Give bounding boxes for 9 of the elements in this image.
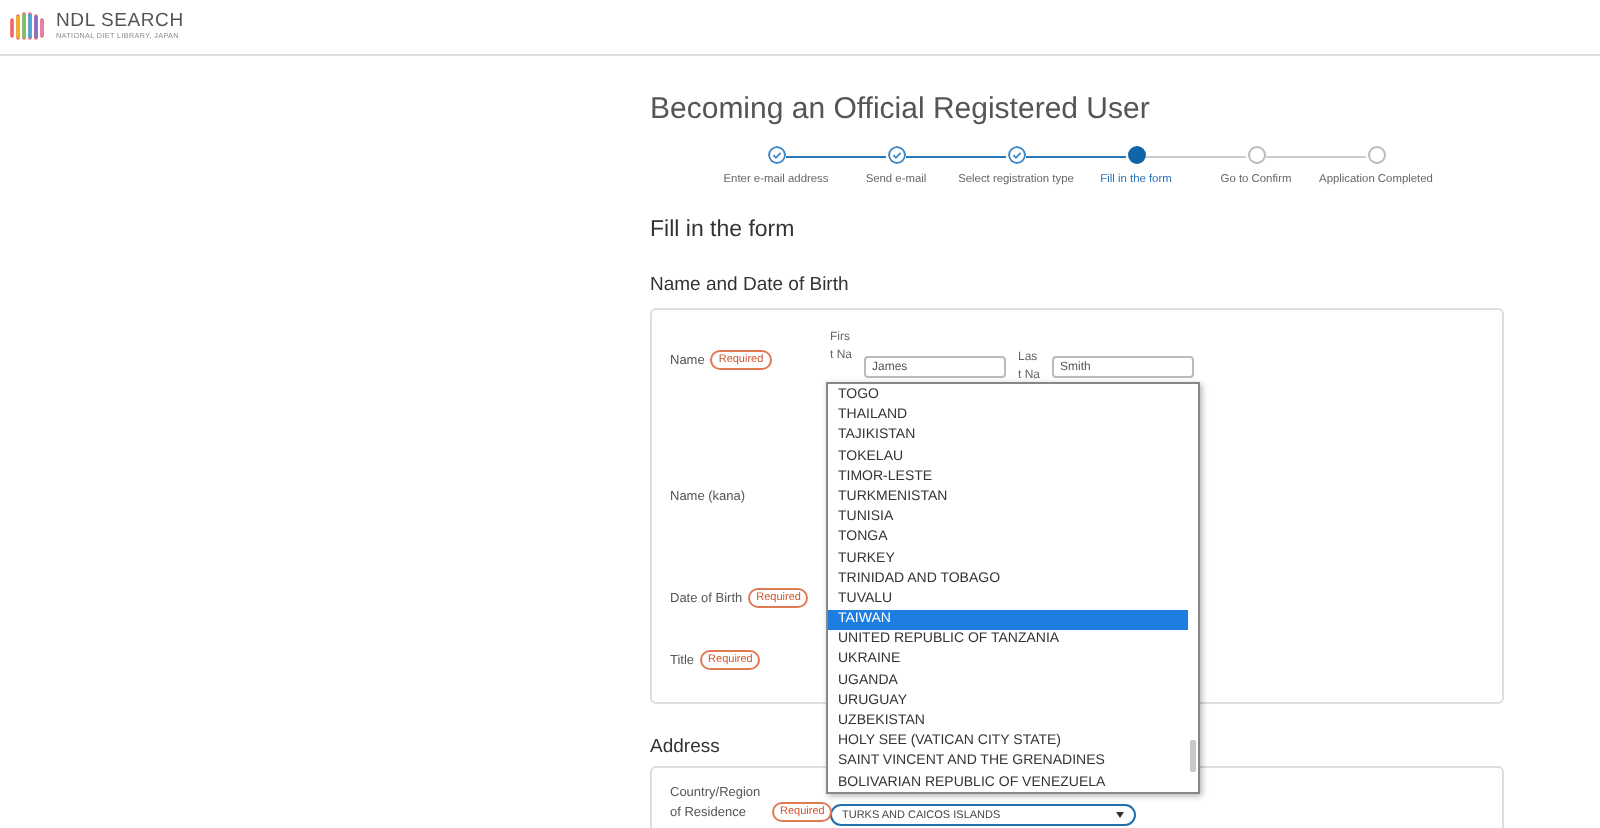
country-dropdown-menu[interactable]	[826, 382, 1200, 794]
logo-icon	[8, 9, 48, 45]
section-heading: Name and Date of Birth	[650, 274, 849, 296]
section-heading: Address	[650, 736, 720, 758]
logo-title: NDL SEARCH	[56, 12, 184, 32]
form-heading: Fill in the form	[650, 218, 797, 242]
page-title: Becoming an Official Registered User	[650, 92, 1152, 126]
caret-icon	[1116, 812, 1124, 818]
scrollbar-thumb[interactable]	[1190, 740, 1196, 772]
